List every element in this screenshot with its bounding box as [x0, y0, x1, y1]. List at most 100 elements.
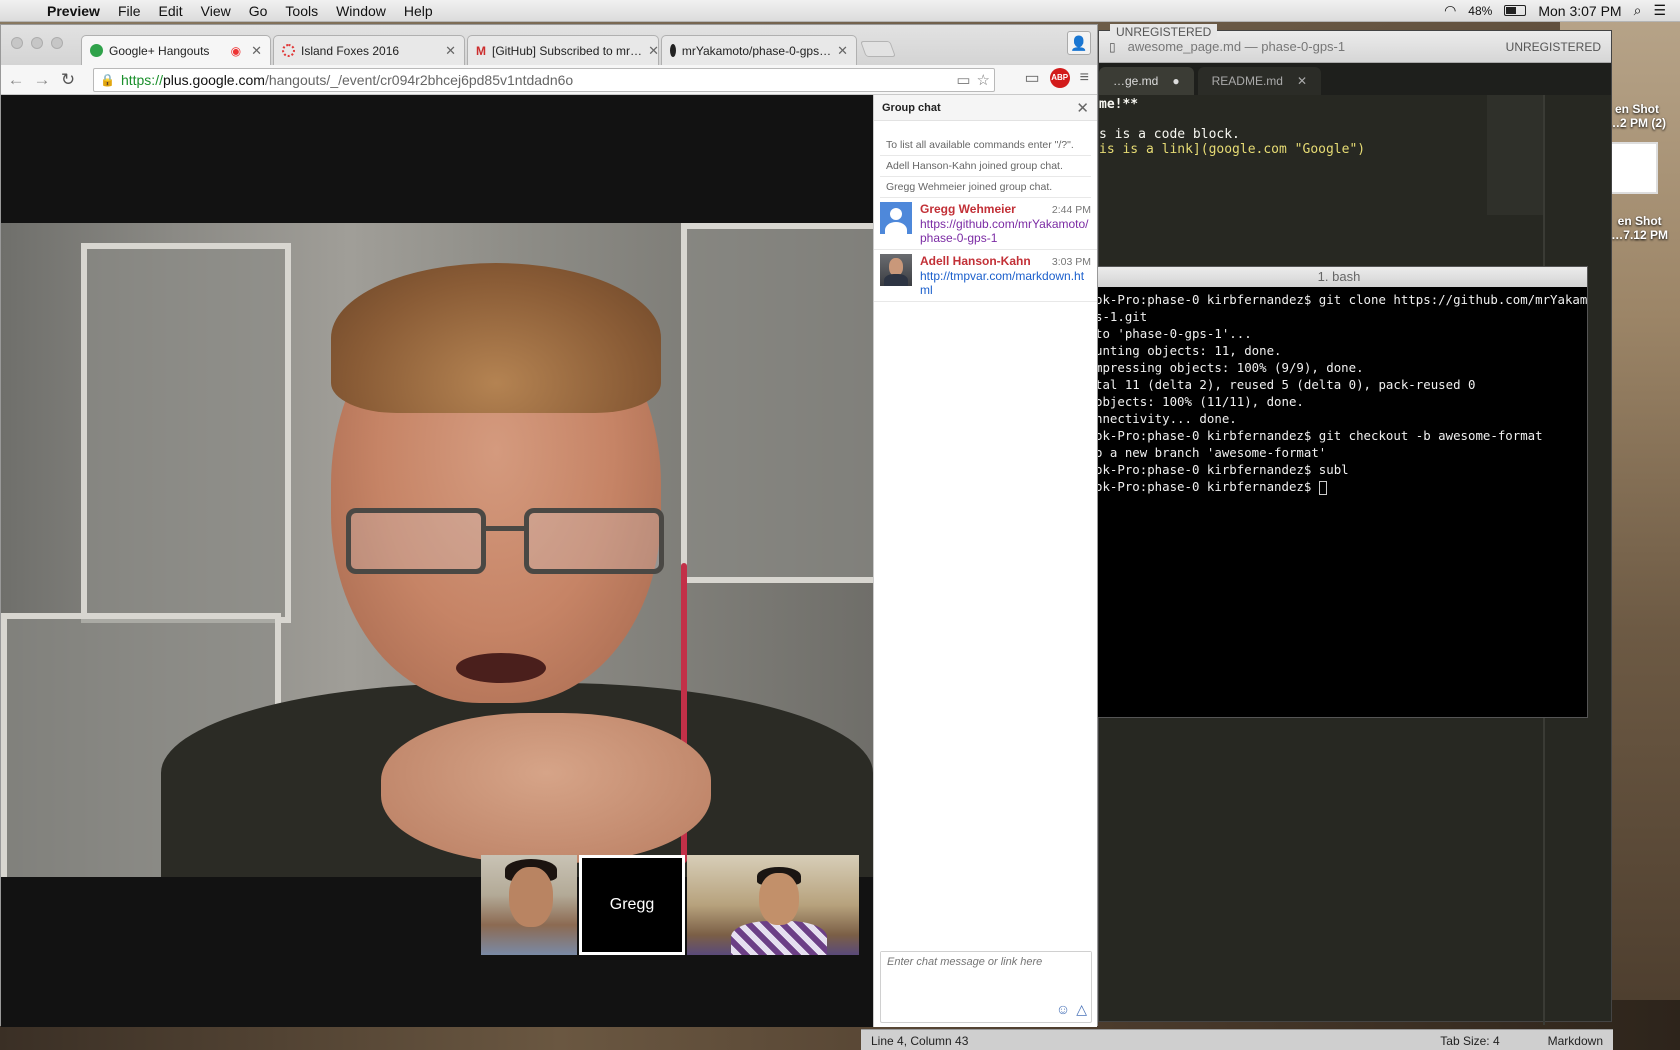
unregistered-label: UNREGISTERED — [1505, 39, 1601, 54]
close-tab-icon[interactable]: ✕ — [837, 43, 848, 59]
terminal-line: unting objects: 11, done. — [1095, 343, 1282, 358]
url-path: /hangouts/_/event/cr094r2bhcej6pd85v1ntd… — [264, 72, 574, 88]
terminal-output[interactable]: ok-Pro:phase-0 kirbfernandez$ git clone … — [1091, 287, 1587, 499]
menu-window[interactable]: Window — [327, 3, 395, 19]
url-scheme: https:// — [120, 72, 163, 88]
modified-dot-icon[interactable]: ● — [1172, 74, 1179, 88]
gmail-icon: M — [476, 43, 486, 58]
group-chat-panel: Group chat ✕ To list all available comma… — [873, 95, 1097, 1027]
sublime-tab-bar: …ge.md ● README.md ✕ — [1099, 63, 1611, 95]
terminal-window: 1. bash ok-Pro:phase-0 kirbfernandez$ gi… — [1090, 266, 1588, 718]
back-icon[interactable]: ← — [5, 70, 27, 90]
tab-size-setting[interactable]: Tab Size: 4 — [1440, 1034, 1499, 1048]
desktop-file-screenshot-1[interactable]: en Shot …2 PM (2) — [1608, 102, 1666, 130]
syntax-setting[interactable]: Markdown — [1548, 1034, 1603, 1048]
minimize-window-button[interactable] — [31, 37, 43, 49]
close-window-button[interactable] — [11, 37, 23, 49]
avatar[interactable] — [880, 202, 912, 234]
close-tab-icon[interactable]: ✕ — [648, 43, 658, 59]
desktop-file-label: en Shot — [1617, 214, 1662, 228]
adblock-plus-icon[interactable]: ABP — [1049, 68, 1070, 88]
code-line: me!** — [1099, 97, 1139, 112]
cast-icon[interactable]: ▭ — [1025, 68, 1040, 88]
menu-tools[interactable]: Tools — [276, 3, 327, 19]
tab-island-foxes[interactable]: Island Foxes 2016 ✕ — [273, 35, 465, 65]
omnibox-icons: ▭ ☆ — [956, 71, 990, 89]
desktop-file-thumbnail[interactable] — [1610, 142, 1658, 194]
tab-github-repo[interactable]: mrYakamoto/phase-0-gps… ✕ — [661, 35, 857, 65]
lock-icon[interactable]: 🔒 — [100, 73, 115, 87]
tab-title: Google+ Hangouts — [109, 43, 210, 58]
chat-title: Group chat — [882, 101, 941, 114]
sublime-minimap[interactable] — [1487, 95, 1543, 215]
menu-app-name[interactable]: Preview — [38, 3, 109, 19]
menu-edit[interactable]: Edit — [150, 3, 192, 19]
sublime-tab-awesome-page[interactable]: …ge.md ● — [1099, 67, 1194, 95]
chat-sender-name[interactable]: Gregg Wehmeier — [920, 202, 1016, 216]
hangout-call: Gregg Group chat ✕ To list all available… — [1, 95, 1097, 1027]
reload-icon[interactable]: ↻ — [57, 70, 79, 90]
sublime-editor[interactable]: me!** s is a code block. is is a link](g… — [1099, 95, 1489, 157]
tab-github-gmail[interactable]: M [GitHub] Subscribed to mr… ✕ — [467, 35, 659, 65]
participant-thumbnail-active[interactable]: Gregg — [579, 855, 685, 955]
browser-toolbar: ← → ↻ 🔒 https:// plus.google.com /hangou… — [1, 65, 1097, 95]
github-icon — [670, 44, 676, 57]
chrome-menu-icon[interactable]: ≡ — [1080, 69, 1089, 87]
bookmark-star-icon[interactable]: ☆ — [977, 71, 990, 89]
menu-help[interactable]: Help — [395, 3, 442, 19]
terminal-line: mpressing objects: 100% (9/9), done. — [1095, 360, 1364, 375]
desktop-file-label: …7.12 PM — [1611, 228, 1668, 242]
person-hair — [331, 263, 661, 413]
avatar[interactable] — [880, 254, 912, 286]
main-video-feed[interactable] — [1, 223, 873, 877]
camera-icon[interactable]: ▭ — [956, 71, 970, 89]
address-bar[interactable]: 🔒 https:// plus.google.com /hangouts/_/e… — [93, 68, 995, 92]
terminal-line: objects: 100% (11/11), done. — [1095, 394, 1304, 409]
close-tab-icon[interactable]: ✕ — [1297, 74, 1307, 88]
profile-icon[interactable]: 👤 — [1067, 31, 1091, 55]
terminal-cursor — [1318, 480, 1327, 495]
zoom-window-button[interactable] — [51, 37, 63, 49]
menu-view[interactable]: View — [192, 3, 240, 19]
chat-link[interactable]: http://tmpvar.com/markdown.html — [920, 269, 1091, 297]
terminal-line: ok-Pro:phase-0 kirbfernandez$ git checko… — [1095, 428, 1543, 443]
sublime-tab-readme[interactable]: README.md ✕ — [1197, 67, 1322, 95]
close-tab-icon[interactable]: ✕ — [251, 43, 262, 59]
participant-thumbnail[interactable] — [687, 855, 859, 955]
person-glasses — [346, 508, 686, 578]
menu-bar: Preview File Edit View Go Tools Window H… — [0, 0, 1680, 22]
close-chat-icon[interactable]: ✕ — [1076, 99, 1089, 117]
terminal-line: to 'phase-0-gps-1'... — [1095, 326, 1252, 341]
chat-link[interactable]: https://github.com/mrYakamoto/phase-0-gp… — [920, 217, 1091, 245]
battery-percent[interactable]: 48% — [1468, 4, 1492, 18]
chat-system-message: Adell Hanson-Kahn joined group chat. — [880, 156, 1091, 177]
wifi-icon[interactable]: ◠ — [1444, 2, 1456, 19]
chat-input-icons: ☺ △ — [1056, 1001, 1087, 1018]
menu-clock[interactable]: Mon 3:07 PM — [1538, 3, 1621, 19]
chat-message: Gregg Wehmeier 2:44 PM https://github.co… — [874, 198, 1097, 250]
chrome-window: Google+ Hangouts ◉ ✕ Island Foxes 2016 ✕… — [0, 24, 1098, 1027]
tab-strip: Google+ Hangouts ◉ ✕ Island Foxes 2016 ✕… — [1, 25, 1097, 65]
battery-icon[interactable] — [1504, 5, 1527, 16]
sublime-tab-label: README.md — [1211, 74, 1283, 88]
tab-google-hangouts[interactable]: Google+ Hangouts ◉ ✕ — [81, 35, 271, 65]
close-tab-icon[interactable]: ✕ — [445, 43, 456, 59]
chat-message-input[interactable] — [881, 952, 1091, 1002]
hangouts-icon — [90, 44, 103, 57]
menu-go[interactable]: Go — [240, 3, 277, 19]
google-drive-icon[interactable]: △ — [1076, 1001, 1087, 1018]
participant-thumbnail[interactable] — [481, 855, 577, 955]
chat-sender-name[interactable]: Adell Hanson-Kahn — [920, 254, 1031, 268]
notification-center-icon[interactable]: ☰ — [1653, 2, 1666, 19]
terminal-title: 1. bash — [1091, 267, 1587, 287]
spotlight-search-icon[interactable]: ⌕ — [1634, 2, 1642, 19]
code-line: s is a code block. — [1099, 127, 1240, 142]
terminal-line: ok-Pro:phase-0 kirbfernandez$ subl — [1095, 462, 1349, 477]
desktop-file-screenshot-2[interactable]: en Shot …7.12 PM — [1611, 214, 1668, 242]
emoji-icon[interactable]: ☺ — [1056, 1001, 1070, 1018]
menu-file[interactable]: File — [109, 3, 150, 19]
new-tab-button[interactable] — [860, 41, 896, 57]
forward-icon[interactable]: → — [31, 70, 53, 90]
person-hand — [381, 713, 711, 863]
